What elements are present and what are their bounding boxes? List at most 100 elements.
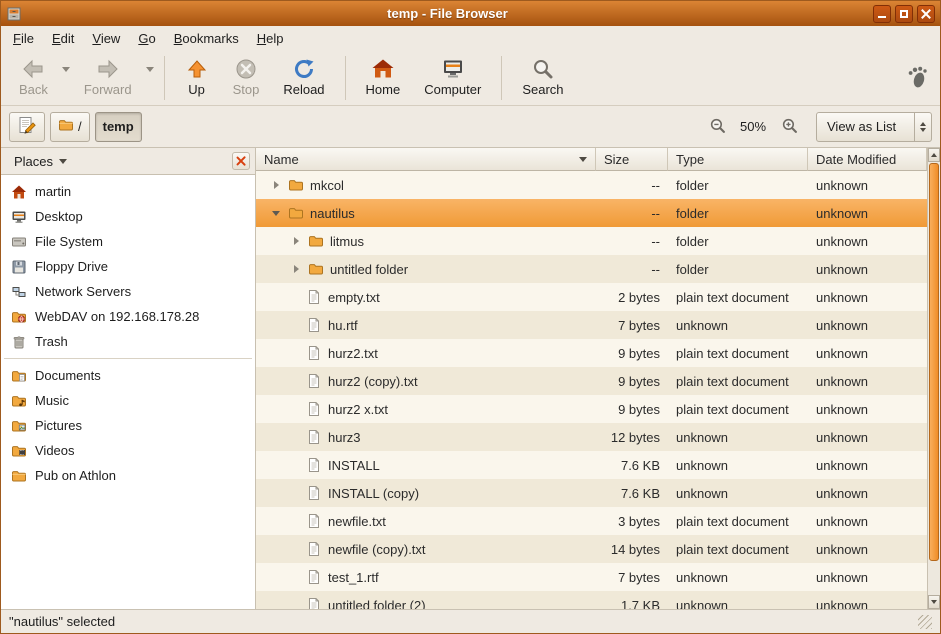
file-row[interactable]: hurz2 x.txt 9 bytes plain text document … — [256, 395, 927, 423]
sidebar-item-label: Music — [35, 393, 69, 408]
file-size: 7.6 KB — [596, 479, 668, 507]
edit-location-button[interactable] — [9, 112, 45, 142]
maximize-button[interactable] — [895, 5, 913, 23]
sidebar-item-music[interactable]: Music — [1, 388, 255, 413]
home-button[interactable]: Home — [354, 53, 413, 103]
file-row[interactable]: mkcol -- folder unknown — [256, 171, 927, 199]
file-name: untitled folder (2) — [328, 598, 426, 610]
sidebar-item-videos[interactable]: Videos — [1, 438, 255, 463]
sidebar-item-home[interactable]: martin — [1, 179, 255, 204]
back-icon — [21, 57, 45, 81]
sidebar-item-documents[interactable]: Documents — [1, 363, 255, 388]
reload-icon — [292, 57, 316, 81]
search-button[interactable]: Search — [510, 53, 575, 103]
expander-icon[interactable] — [270, 181, 282, 189]
view-mode-spinner[interactable] — [914, 113, 931, 141]
expander-icon[interactable] — [270, 211, 282, 216]
file-row[interactable]: test_1.rtf 7 bytes unknown unknown — [256, 563, 927, 591]
sidebar-mode-dropdown[interactable]: Places — [6, 151, 75, 172]
trash-icon — [11, 334, 27, 350]
back-button[interactable]: Back — [7, 53, 60, 103]
menu-edit[interactable]: Edit — [44, 28, 82, 49]
file-modified: unknown — [808, 171, 927, 199]
stop-icon — [234, 57, 258, 81]
menu-view[interactable]: View — [84, 28, 128, 49]
scroll-up-button[interactable] — [928, 148, 940, 162]
titlebar[interactable]: temp - File Browser — [1, 1, 940, 26]
places-sidebar: Places martin Desktop File System — [1, 148, 256, 609]
scrollbar-thumb[interactable] — [929, 163, 939, 561]
file-row[interactable]: litmus -- folder unknown — [256, 227, 927, 255]
column-headers: Name Size Type Date Modified — [256, 148, 927, 171]
resize-grip[interactable] — [918, 615, 932, 629]
file-row[interactable]: INSTALL (copy) 7.6 KB unknown unknown — [256, 479, 927, 507]
path-current-label: temp — [103, 119, 134, 134]
webdav-icon — [11, 309, 27, 325]
file-row-selected[interactable]: nautilus -- folder unknown — [256, 199, 927, 227]
sidebar-item-webdav[interactable]: WebDAV on 192.168.178.28 — [1, 304, 255, 329]
file-row[interactable]: newfile (copy).txt 14 bytes plain text d… — [256, 535, 927, 563]
column-header-size[interactable]: Size — [596, 148, 668, 171]
file-row[interactable]: untitled folder -- folder unknown — [256, 255, 927, 283]
text-file-icon — [306, 401, 322, 417]
sidebar-item-label: Pictures — [35, 418, 82, 433]
up-button[interactable]: Up — [173, 53, 221, 103]
path-current-button[interactable]: temp — [95, 112, 142, 142]
file-row[interactable]: INSTALL 7.6 KB unknown unknown — [256, 451, 927, 479]
file-size: 1.7 KB — [596, 591, 668, 609]
expander-icon[interactable] — [290, 265, 302, 273]
file-row[interactable]: untitled folder (2) 1.7 KB unknown unkno… — [256, 591, 927, 609]
back-history-dropdown[interactable] — [60, 53, 72, 103]
forward-button[interactable]: Forward — [72, 53, 144, 103]
file-modified: unknown — [808, 311, 927, 339]
menu-help[interactable]: Help — [249, 28, 292, 49]
file-name: hurz2 (copy).txt — [328, 374, 418, 389]
text-file-icon — [306, 569, 322, 585]
back-label: Back — [19, 82, 48, 97]
music-folder-icon — [11, 393, 27, 409]
text-file-icon — [306, 373, 322, 389]
close-button[interactable] — [917, 5, 935, 23]
scroll-down-button[interactable] — [928, 595, 940, 609]
path-root-button[interactable]: / — [50, 112, 90, 142]
file-name: litmus — [330, 234, 364, 249]
menu-go[interactable]: Go — [130, 28, 163, 49]
computer-button[interactable]: Computer — [412, 53, 493, 103]
file-row[interactable]: empty.txt 2 bytes plain text document un… — [256, 283, 927, 311]
sidebar-item-desktop[interactable]: Desktop — [1, 204, 255, 229]
sidebar-item-pub[interactable]: Pub on Athlon — [1, 463, 255, 488]
file-row[interactable]: hu.rtf 7 bytes unknown unknown — [256, 311, 927, 339]
forward-history-dropdown[interactable] — [144, 53, 156, 103]
column-header-type[interactable]: Type — [668, 148, 808, 171]
vertical-scrollbar[interactable] — [927, 148, 940, 609]
sidebar-item-floppy[interactable]: Floppy Drive — [1, 254, 255, 279]
sidebar-item-trash[interactable]: Trash — [1, 329, 255, 354]
sidebar-close-button[interactable] — [232, 152, 250, 170]
column-label: Date Modified — [816, 152, 896, 167]
column-header-name[interactable]: Name — [256, 148, 596, 171]
folder-icon — [58, 117, 74, 136]
menu-file[interactable]: File — [5, 28, 42, 49]
videos-folder-icon — [11, 443, 27, 459]
search-icon — [531, 57, 555, 81]
expander-icon[interactable] — [290, 237, 302, 245]
up-label: Up — [188, 82, 205, 97]
menu-bookmarks[interactable]: Bookmarks — [166, 28, 247, 49]
sidebar-item-pictures[interactable]: Pictures — [1, 413, 255, 438]
file-row[interactable]: hurz3 12 bytes unknown unknown — [256, 423, 927, 451]
column-label: Name — [264, 152, 299, 167]
reload-button[interactable]: Reload — [271, 53, 336, 103]
file-row[interactable]: newfile.txt 3 bytes plain text document … — [256, 507, 927, 535]
minimize-button[interactable] — [873, 5, 891, 23]
sidebar-item-network[interactable]: Network Servers — [1, 279, 255, 304]
zoom-out-button[interactable] — [705, 115, 729, 139]
file-row[interactable]: hurz2 (copy).txt 9 bytes plain text docu… — [256, 367, 927, 395]
sidebar-item-filesystem[interactable]: File System — [1, 229, 255, 254]
file-row[interactable]: hurz2.txt 9 bytes plain text document un… — [256, 339, 927, 367]
view-mode-select[interactable]: View as List — [816, 112, 932, 142]
zoom-in-button[interactable] — [777, 115, 801, 139]
file-name: hurz2 x.txt — [328, 402, 388, 417]
column-header-date-modified[interactable]: Date Modified — [808, 148, 927, 171]
stop-button[interactable]: Stop — [221, 53, 272, 103]
file-size: 9 bytes — [596, 395, 668, 423]
